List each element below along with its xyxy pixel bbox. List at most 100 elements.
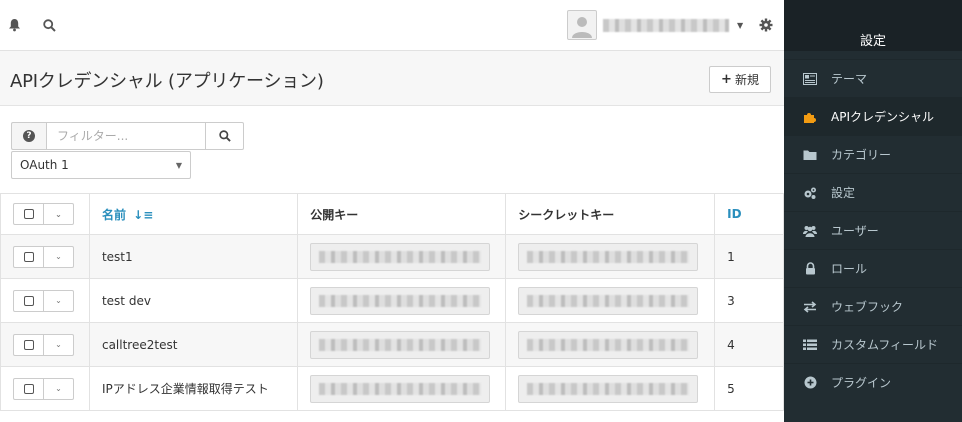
auth-type-select[interactable]: OAuth 1 ▼ bbox=[11, 151, 191, 179]
search-icon bbox=[218, 130, 231, 142]
table-row: ⌄ IPアドレス企業情報取得テスト 5 bbox=[0, 366, 784, 411]
page-title: APIクレデンシャル (アプリケーション) bbox=[10, 71, 324, 92]
row-name[interactable]: test1 bbox=[88, 234, 299, 279]
username-redacted bbox=[603, 18, 729, 32]
new-button-label: 新規 bbox=[734, 73, 759, 87]
gear-icon[interactable] bbox=[757, 16, 775, 34]
cogs-icon bbox=[803, 186, 817, 200]
plus-circle-icon bbox=[803, 376, 817, 390]
bulk-actions-dropdown[interactable]: ⌄ bbox=[44, 203, 74, 225]
bulk-select-header: ⌄ bbox=[0, 193, 90, 235]
sidebar-item-label: APIクレデンシャル bbox=[831, 110, 934, 124]
redacted-value bbox=[319, 338, 482, 351]
public-key-field[interactable] bbox=[310, 330, 491, 359]
redacted-value bbox=[527, 338, 690, 351]
filter-input[interactable] bbox=[46, 122, 206, 150]
redacted-value bbox=[319, 382, 482, 395]
puzzle-icon bbox=[803, 110, 817, 124]
row-name[interactable]: calltree2test bbox=[88, 322, 299, 367]
sidebar-item-custom-fields[interactable]: カスタムフィールド bbox=[784, 325, 962, 363]
top-navbar: ▼ bbox=[0, 0, 784, 51]
row-id: 3 bbox=[714, 278, 784, 323]
filter-search-button[interactable] bbox=[206, 122, 244, 150]
row-checkbox[interactable] bbox=[13, 377, 44, 400]
redacted-value bbox=[527, 382, 690, 395]
sidebar-item-webhooks[interactable]: ウェブフック bbox=[784, 287, 962, 325]
settings-sidebar: 設定 テーマ APIクレデンシャル カテゴリー 設定 ユーザー ロール ウェブフ… bbox=[784, 0, 962, 422]
exchange-icon bbox=[803, 300, 817, 314]
sidebar-item-plugins[interactable]: プラグイン bbox=[784, 363, 962, 401]
secret-key-field[interactable] bbox=[518, 286, 699, 315]
caret-down-icon: ▼ bbox=[737, 20, 744, 30]
sidebar-item-settings[interactable]: 設定 bbox=[784, 173, 962, 211]
column-public-key: 公開キー bbox=[297, 193, 507, 235]
filter-bar: ? bbox=[11, 122, 244, 150]
redacted-value bbox=[319, 294, 482, 307]
row-actions-dropdown[interactable]: ⌄ bbox=[44, 245, 74, 268]
sidebar-title: 設定 bbox=[859, 34, 886, 49]
users-icon bbox=[803, 224, 817, 238]
sidebar-item-label: テーマ bbox=[831, 72, 868, 86]
row-actions-dropdown[interactable]: ⌄ bbox=[44, 333, 74, 356]
table-row: ⌄ calltree2test 4 bbox=[0, 322, 784, 367]
secret-key-field[interactable] bbox=[518, 330, 699, 359]
sidebar-item-label: プラグイン bbox=[831, 376, 892, 390]
row-checkbox[interactable] bbox=[13, 245, 44, 268]
table-row: ⌄ test dev 3 bbox=[0, 278, 784, 323]
secret-key-field[interactable] bbox=[518, 242, 699, 271]
sidebar-item-theme[interactable]: テーマ bbox=[784, 59, 962, 97]
sidebar-item-label: カテゴリー bbox=[831, 148, 892, 162]
sidebar-item-label: ロール bbox=[831, 262, 868, 276]
sidebar-menu: テーマ APIクレデンシャル カテゴリー 設定 ユーザー ロール ウェブフック bbox=[784, 59, 962, 401]
column-id[interactable]: ID bbox=[714, 193, 784, 235]
plus-icon: + bbox=[721, 72, 732, 87]
question-icon: ? bbox=[23, 130, 35, 142]
newspaper-icon bbox=[803, 72, 817, 86]
sidebar-item-roles[interactable]: ロール bbox=[784, 249, 962, 287]
row-checkbox[interactable] bbox=[13, 289, 44, 312]
caret-down-icon: ▼ bbox=[175, 160, 182, 170]
row-id: 4 bbox=[714, 322, 784, 367]
table-row: ⌄ test1 1 bbox=[0, 234, 784, 279]
column-secret-key: シークレットキー bbox=[505, 193, 716, 235]
column-name[interactable]: 名前 ↓≡ bbox=[88, 193, 299, 235]
sidebar-item-label: 設定 bbox=[831, 186, 856, 200]
row-id: 1 bbox=[714, 234, 784, 279]
sidebar-item-label: カスタムフィールド bbox=[831, 338, 939, 352]
column-name-label: 名前 bbox=[101, 207, 126, 222]
main-content: ▼ APIクレデンシャル (アプリケーション) + 新規 ? OAuth 1 ▼ bbox=[0, 0, 784, 422]
sidebar-item-label: ユーザー bbox=[831, 224, 879, 238]
sidebar-item-api-credentials[interactable]: APIクレデンシャル bbox=[784, 97, 962, 135]
help-button[interactable]: ? bbox=[11, 122, 46, 150]
new-button[interactable]: + 新規 bbox=[709, 66, 771, 93]
row-name[interactable]: IPアドレス企業情報取得テスト bbox=[88, 366, 299, 411]
sort-icon: ↓≡ bbox=[133, 207, 154, 222]
lock-icon bbox=[803, 262, 817, 276]
auth-type-value: OAuth 1 bbox=[20, 158, 69, 172]
row-actions-dropdown[interactable]: ⌄ bbox=[44, 377, 74, 400]
sidebar-item-label: ウェブフック bbox=[831, 300, 904, 314]
select-all-checkbox[interactable] bbox=[13, 203, 44, 225]
redacted-value bbox=[319, 250, 482, 263]
table-header-row: ⌄ 名前 ↓≡ 公開キー シークレットキー ID bbox=[0, 193, 784, 235]
page-header: APIクレデンシャル (アプリケーション) + 新規 bbox=[0, 51, 784, 106]
public-key-field[interactable] bbox=[310, 242, 491, 271]
row-actions-dropdown[interactable]: ⌄ bbox=[44, 289, 74, 312]
credentials-table: ⌄ 名前 ↓≡ 公開キー シークレットキー ID ⌄ test1 1 ⌄ tes… bbox=[0, 193, 784, 411]
public-key-field[interactable] bbox=[310, 286, 491, 315]
secret-key-field[interactable] bbox=[518, 374, 699, 403]
sidebar-item-users[interactable]: ユーザー bbox=[784, 211, 962, 249]
row-checkbox[interactable] bbox=[13, 333, 44, 356]
redacted-value bbox=[527, 250, 690, 263]
row-id: 5 bbox=[714, 366, 784, 411]
redacted-value bbox=[527, 294, 690, 307]
list-icon bbox=[803, 338, 817, 352]
search-icon[interactable] bbox=[40, 16, 58, 34]
public-key-field[interactable] bbox=[310, 374, 491, 403]
folder-icon bbox=[803, 148, 817, 162]
bell-icon[interactable] bbox=[5, 16, 23, 34]
sidebar-item-categories[interactable]: カテゴリー bbox=[784, 135, 962, 173]
user-menu[interactable]: ▼ bbox=[567, 10, 743, 40]
avatar bbox=[567, 10, 597, 40]
row-name[interactable]: test dev bbox=[88, 278, 299, 323]
